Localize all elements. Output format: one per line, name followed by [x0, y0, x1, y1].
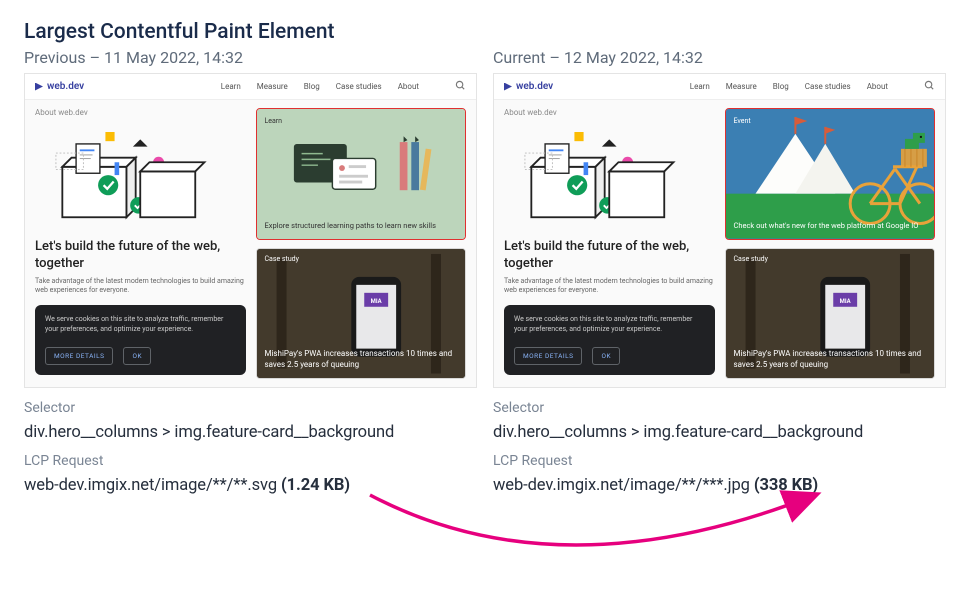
selector-label: Selector [493, 398, 946, 420]
hero-subtext: Take advantage of the latest modern tech… [35, 277, 246, 295]
nav-blog: Blog [304, 82, 320, 91]
nav-cases: Case studies [805, 82, 851, 91]
mini-site-nav: web.dev Learn Measure Blog Case studies … [25, 74, 476, 100]
mini-site-nav: web.dev Learn Measure Blog Case studies … [494, 74, 945, 100]
webdev-logo: web.dev [35, 81, 84, 92]
nav-measure: Measure [726, 82, 757, 91]
webdev-logo: web.dev [504, 81, 553, 92]
nav-measure: Measure [257, 82, 288, 91]
lcp-request-label: LCP Request [24, 451, 477, 473]
webdev-logo-text: web.dev [47, 81, 84, 92]
webdev-logo-icon [35, 83, 43, 91]
svg-text:MI​A: MI​A [370, 297, 381, 304]
current-lcp-url: web-dev.imgix.net/image/**/***.jpg [493, 476, 754, 495]
case-study-card: MI​A Case study MishiPay's PWA increases… [256, 248, 467, 380]
nav-learn: Learn [221, 82, 241, 91]
about-label: About web.dev [35, 108, 246, 117]
webdev-logo-text: web.dev [516, 81, 553, 92]
search-icon [455, 80, 466, 94]
case-caption: MishiPay's PWA increases transactions 10… [726, 349, 935, 378]
lcp-element-highlight: Learn [256, 108, 467, 240]
cookie-banner: We serve cookies on this site to analyze… [35, 305, 246, 375]
previous-info: Selector div.hero__columns > img.feature… [24, 398, 477, 499]
previous-selector-value: div.hero__columns > img.feature-card__ba… [24, 420, 477, 446]
cookie-more-button: MORE DETAILS [45, 347, 113, 365]
learn-card-caption: Explore structured learning paths to lea… [265, 221, 458, 231]
learn-card-label: Learn [265, 117, 458, 125]
cookie-more-button: MORE DETAILS [514, 347, 582, 365]
nav-learn: Learn [690, 82, 710, 91]
hero-illustration [504, 121, 715, 231]
cookie-banner: We serve cookies on this site to analyze… [504, 305, 715, 375]
case-label: Case study [257, 249, 466, 263]
previous-lcp-request: web-dev.imgix.net/image/**/**.svg (1.24 … [24, 473, 477, 499]
event-card-label: Event [734, 117, 927, 125]
nav-cases: Case studies [336, 82, 382, 91]
current-lcp-size: (338 KB) [754, 476, 818, 495]
comparison-row: Previous – 11 May 2022, 14:32 web.dev Le… [24, 48, 946, 499]
hero-heading: Let's build the future of the web, toget… [35, 239, 246, 273]
hero-illustration [35, 121, 246, 231]
current-info: Selector div.hero__columns > img.feature… [493, 398, 946, 499]
nav-about: About [867, 82, 888, 91]
hero-heading: Let's build the future of the web, toget… [504, 239, 715, 273]
svg-text:MI​A: MI​A [839, 297, 850, 304]
previous-pane: Previous – 11 May 2022, 14:32 web.dev Le… [24, 48, 477, 499]
case-label: Case study [726, 249, 935, 263]
cookie-text: We serve cookies on this site to analyze… [45, 315, 236, 335]
cookie-ok-button: OK [592, 347, 620, 365]
cookie-text: We serve cookies on this site to analyze… [514, 315, 705, 335]
page-title: Largest Contentful Paint Element [24, 20, 946, 44]
mini-nav-links: Learn Measure Blog Case studies About [690, 82, 888, 91]
search-icon [924, 80, 935, 94]
current-selector-value: div.hero__columns > img.feature-card__ba… [493, 420, 946, 446]
previous-screenshot: web.dev Learn Measure Blog Case studies … [24, 73, 477, 388]
cookie-ok-button: OK [123, 347, 151, 365]
learn-illustration [265, 129, 458, 217]
case-caption: MishiPay's PWA increases transactions 10… [257, 349, 466, 378]
case-study-card: MI​A Case study MishiPay's PWA increases… [725, 248, 936, 380]
webdev-logo-icon [504, 83, 512, 91]
previous-lcp-size: (1.24 KB) [281, 476, 350, 495]
previous-timestamp: Previous – 11 May 2022, 14:32 [24, 48, 477, 67]
current-screenshot: web.dev Learn Measure Blog Case studies … [493, 73, 946, 388]
nav-about: About [398, 82, 419, 91]
about-label: About web.dev [504, 108, 715, 117]
current-timestamp: Current – 12 May 2022, 14:32 [493, 48, 946, 67]
current-lcp-request: web-dev.imgix.net/image/**/***.jpg (338 … [493, 473, 946, 499]
hero-subtext: Take advantage of the latest modern tech… [504, 277, 715, 295]
current-pane: Current – 12 May 2022, 14:32 web.dev Lea… [493, 48, 946, 499]
event-card-caption: Check out what's new for the web platfor… [734, 221, 927, 231]
lcp-element-highlight: Event Check out what's new for the web p… [725, 108, 936, 240]
mini-nav-links: Learn Measure Blog Case studies About [221, 82, 419, 91]
selector-label: Selector [24, 398, 477, 420]
nav-blog: Blog [773, 82, 789, 91]
lcp-request-label: LCP Request [493, 451, 946, 473]
previous-lcp-url: web-dev.imgix.net/image/**/**.svg [24, 476, 281, 495]
